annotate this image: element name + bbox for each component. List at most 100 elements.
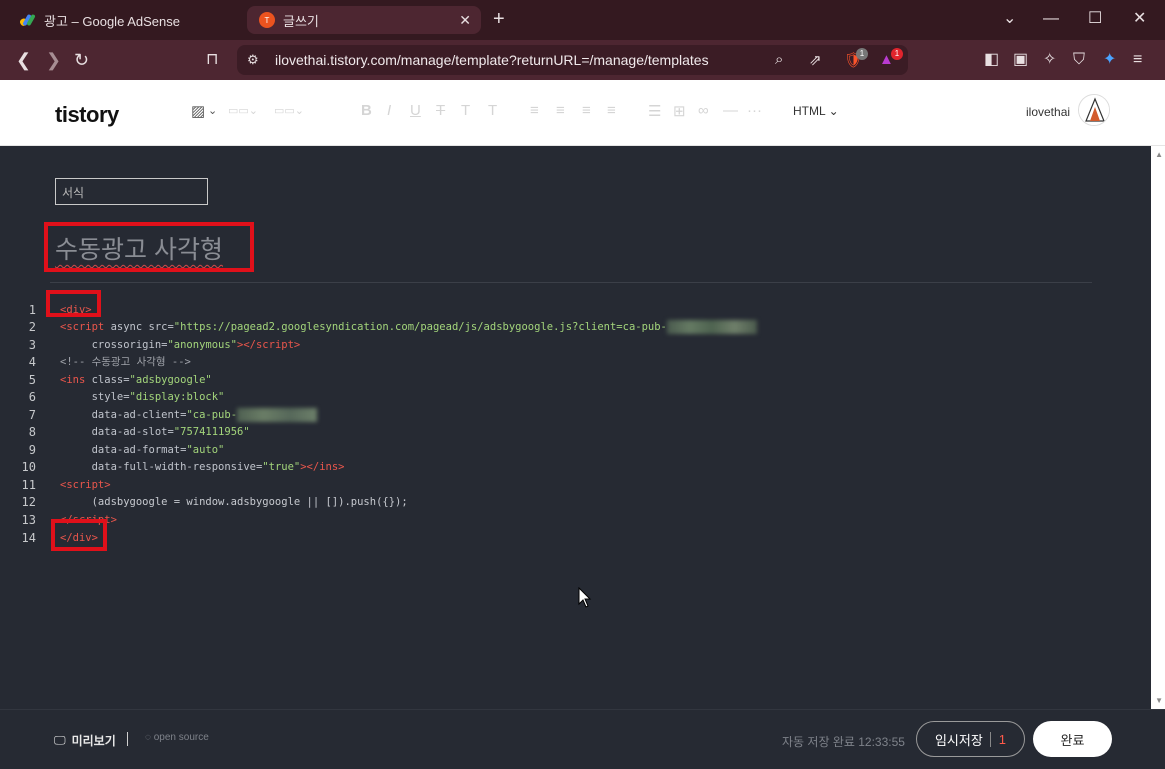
scrollbar[interactable]: ▲ ▼ xyxy=(1151,146,1165,709)
minimize-icon[interactable]: — xyxy=(1043,10,1059,28)
zoom-search-icon[interactable]: ⌕ xyxy=(775,51,783,68)
open-source-label: open source xyxy=(153,732,209,743)
footer-divider xyxy=(127,732,128,746)
vpn-shield-icon[interactable]: ⛉ xyxy=(1073,51,1085,69)
editor-toolbar: tistory ▨ ⌄ ▭▭⌄ ▭▭⌄ B I U T T T ≡ ≡ ≡ ≡ … xyxy=(0,80,1165,146)
line-number: 3 xyxy=(28,338,36,352)
align-center-icon: ≡ xyxy=(556,102,565,119)
address-bar[interactable]: ⚙ ilovethai.tistory.com/manage/template?… xyxy=(237,45,908,75)
chevron-down-icon: ⌄ xyxy=(825,104,839,118)
image-insert-icon[interactable]: ▨ xyxy=(191,102,205,120)
code-text[interactable]: data-ad-slot="7574111956" xyxy=(60,424,250,441)
code-line[interactable]: 4 <!-- 수동광고 사각형 --> xyxy=(0,354,1100,371)
code-text[interactable]: data-full-width-responsive="true"></ins> xyxy=(60,459,345,476)
code-line[interactable]: 13 </script> xyxy=(0,512,1100,529)
line-number: 7 xyxy=(28,408,36,422)
maximize-icon[interactable]: ☐ xyxy=(1088,10,1102,28)
url-text[interactable]: ilovethai.tistory.com/manage/template?re… xyxy=(275,52,709,68)
code-text[interactable]: <ins class="adsbygoogle" xyxy=(60,372,212,389)
code-line[interactable]: 6 style="display:block" xyxy=(0,389,1100,406)
code-text[interactable]: <script async src="https://pagead2.googl… xyxy=(60,319,757,336)
code-line[interactable]: 11 <script> xyxy=(0,477,1100,494)
line-number: 10 xyxy=(21,460,36,474)
align-right-icon: ≡ xyxy=(582,102,591,119)
avatar[interactable] xyxy=(1078,94,1110,126)
reload-icon[interactable]: ↻ xyxy=(74,50,89,70)
line-number: 12 xyxy=(21,495,36,509)
code-line[interactable]: 2 <script async src="https://pagead2.goog… xyxy=(0,319,1100,336)
line-number: 9 xyxy=(28,443,36,457)
code-line[interactable]: 14 </div> xyxy=(0,530,1100,547)
code-text[interactable]: style="display:block" xyxy=(60,389,225,406)
sidebar-toggle-icon[interactable]: ◧ xyxy=(984,51,999,69)
code-text[interactable]: <!-- 수동광고 사각형 --> xyxy=(60,354,191,371)
forward-icon[interactable]: ❯ xyxy=(46,50,61,70)
align-left-icon: ≡ xyxy=(530,102,539,119)
share-icon[interactable]: ⇗ xyxy=(809,51,822,69)
globe-icon: ◌ xyxy=(145,732,154,743)
code-text[interactable]: (adsbygoogle = window.adsbygoogle || [])… xyxy=(60,494,408,511)
code-line[interactable]: 8 data-ad-slot="7574111956" xyxy=(0,424,1100,441)
align-justify-icon: ≡ xyxy=(607,102,616,119)
preview-label: 미리보기 xyxy=(71,734,116,748)
tistory-logo[interactable]: tistory xyxy=(55,102,119,128)
mouse-cursor-icon xyxy=(578,587,592,608)
extension-icon[interactable]: ✦ xyxy=(1103,51,1116,69)
window-close-icon[interactable]: ✕ xyxy=(1133,10,1146,28)
menu-icon[interactable]: ≡ xyxy=(1133,51,1142,69)
tab-adsense[interactable]: 광고 – Google AdSense xyxy=(8,6,238,34)
tab-write[interactable]: T 글쓰기 ✕ xyxy=(247,6,481,34)
bookmark-icon[interactable]: ⊓ xyxy=(206,50,218,70)
code-line[interactable]: 10 data-full-width-responsive="true"></i… xyxy=(0,459,1100,476)
bullet-list-icon: ☰ xyxy=(648,103,662,120)
code-line[interactable]: 9 data-ad-format="auto" xyxy=(0,442,1100,459)
code-line[interactable]: 7 data-ad-client="ca-pub- xyxy=(0,407,1100,424)
code-line[interactable]: 3 crossorigin="anonymous"></script> xyxy=(0,337,1100,354)
format-select[interactable]: 서식 xyxy=(55,178,208,205)
more-options-icon: ··· xyxy=(747,102,762,119)
publish-done-button[interactable]: 완료 xyxy=(1033,721,1112,757)
monitor-icon: 🖵 xyxy=(54,733,66,747)
scroll-up-icon[interactable]: ▲ xyxy=(1155,150,1163,159)
code-text[interactable]: data-ad-client="ca-pub- xyxy=(60,407,318,424)
site-info-icon[interactable]: ⚙ xyxy=(247,52,259,68)
browser-tab-strip: 광고 – Google AdSense T 글쓰기 ✕ + ⌄ — ☐ ✕ xyxy=(0,0,1165,40)
underline-icon: U xyxy=(410,102,421,119)
code-line[interactable]: 1 <div> xyxy=(0,302,1100,319)
browser-nav-bar: ❮ ❯ ↻ ⊓ ⚙ ilovethai.tistory.com/manage/t… xyxy=(0,40,1165,80)
link-icon: ∞ xyxy=(698,102,709,119)
tab-search-chevron-icon[interactable]: ⌄ xyxy=(1003,10,1016,28)
draft-count: 1 xyxy=(989,731,1006,747)
leo-ai-icon[interactable]: ✧ xyxy=(1043,51,1056,69)
code-text[interactable]: crossorigin="anonymous"></script> xyxy=(60,337,301,354)
bold-icon: B xyxy=(361,102,372,119)
font-dropdown-icon: ▭▭⌄ xyxy=(274,105,305,117)
tab-close-icon[interactable]: ✕ xyxy=(459,12,471,29)
back-icon[interactable]: ❮ xyxy=(16,50,31,70)
tistory-favicon-icon: T xyxy=(259,12,275,28)
username[interactable]: ilovethai xyxy=(1026,105,1070,119)
wallet-icon[interactable]: ▣ xyxy=(1013,51,1028,69)
preview-button[interactable]: 🖵 미리보기 xyxy=(54,732,116,749)
line-number: 11 xyxy=(21,478,36,492)
title-highlight-box xyxy=(44,222,254,272)
line-number: 14 xyxy=(21,531,36,545)
code-text[interactable]: data-ad-format="auto" xyxy=(60,442,225,459)
code-text[interactable]: <script> xyxy=(60,477,111,494)
line-number: 6 xyxy=(28,390,36,404)
close-div-highlight-box xyxy=(51,519,107,551)
code-line[interactable]: 12 (adsbygoogle = window.adsbygoogle || … xyxy=(0,494,1100,511)
line-number: 5 xyxy=(28,373,36,387)
autosave-status: 자동 저장 완료 12:33:55 xyxy=(782,735,905,749)
editor-footer: 🖵 미리보기 ◌ open source 자동 저장 완료 12:33:55 임… xyxy=(0,709,1165,769)
line-number: 2 xyxy=(28,320,36,334)
line-number: 13 xyxy=(21,513,36,527)
draft-save-button[interactable]: 임시저장 1 xyxy=(916,721,1025,757)
new-tab-icon[interactable]: + xyxy=(493,9,505,29)
scroll-down-icon[interactable]: ▼ xyxy=(1155,696,1163,705)
image-dropdown-chevron-icon[interactable]: ⌄ xyxy=(208,104,217,117)
open-source-link[interactable]: ◌ open source xyxy=(145,732,209,743)
code-line[interactable]: 5 <ins class="adsbygoogle" xyxy=(0,372,1100,389)
editor-mode-label: HTML xyxy=(793,104,826,118)
editor-mode-dropdown[interactable]: HTML ⌄ xyxy=(793,104,839,118)
